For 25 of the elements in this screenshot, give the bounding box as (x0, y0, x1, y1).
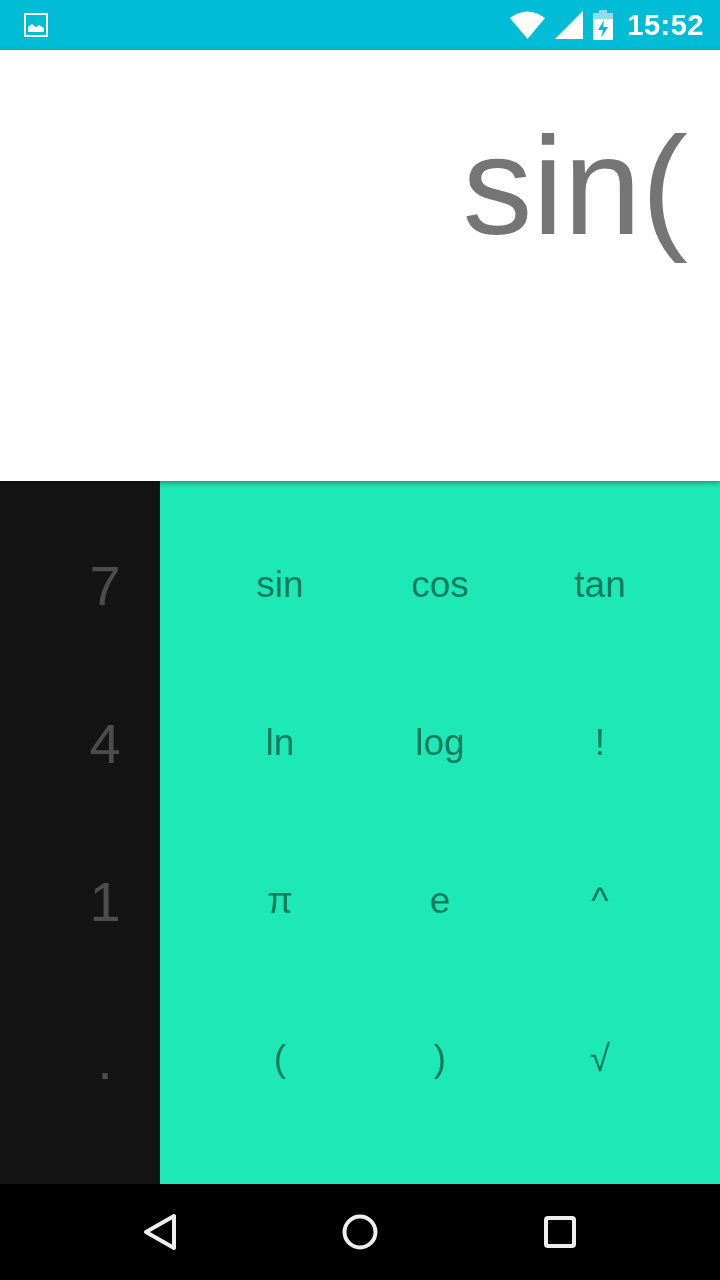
function-key[interactable]: √ (520, 980, 680, 1138)
signal-icon (555, 11, 584, 39)
function-key[interactable]: ^ (520, 822, 680, 980)
function-key[interactable]: cos (360, 506, 520, 664)
digit-key[interactable]: 1 (50, 822, 160, 980)
digit-key[interactable]: 7 (50, 506, 160, 664)
function-key[interactable]: π (200, 822, 360, 980)
function-key[interactable]: ( (200, 980, 360, 1138)
wifi-icon (510, 11, 546, 39)
image-icon (24, 13, 48, 37)
function-key[interactable]: ) (360, 980, 520, 1138)
function-key[interactable]: log (360, 664, 520, 822)
function-key[interactable]: tan (520, 506, 680, 664)
expression-text: sin( (461, 106, 689, 266)
digit-key[interactable]: . (50, 980, 160, 1138)
function-key[interactable]: ! (520, 664, 680, 822)
function-key[interactable]: ln (200, 664, 360, 822)
recents-square-icon (544, 1216, 576, 1248)
home-circle-icon (342, 1214, 378, 1250)
function-key[interactable]: e (360, 822, 520, 980)
battery-charging-icon (593, 10, 614, 40)
status-time: 15:52 (627, 8, 704, 42)
function-key[interactable]: sin (200, 506, 360, 664)
back-triangle-icon (143, 1213, 177, 1251)
digit-key[interactable]: 4 (50, 664, 160, 822)
